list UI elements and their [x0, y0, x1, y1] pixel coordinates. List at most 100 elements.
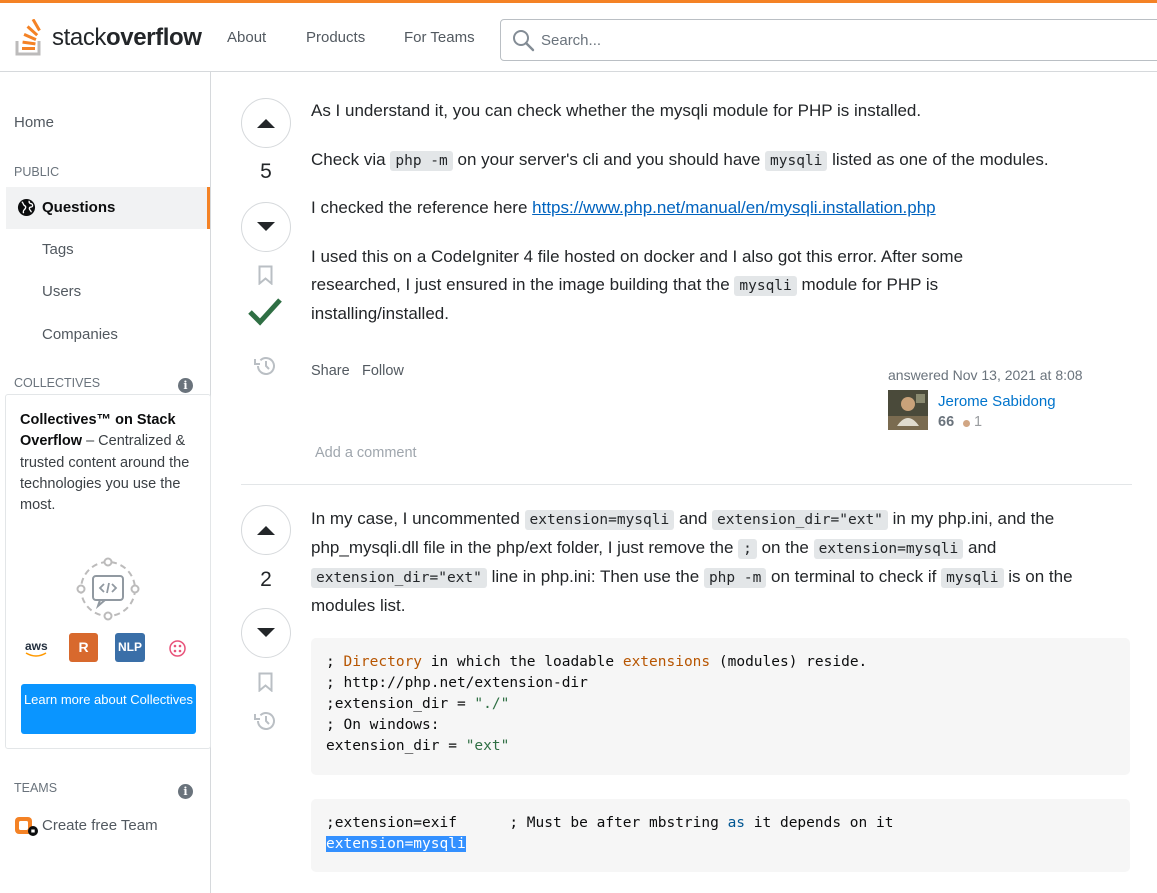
code-text: it depends on it: [745, 815, 894, 831]
bookmark-icon[interactable]: [258, 265, 273, 285]
sidebar-item-companies[interactable]: Companies: [42, 326, 118, 343]
vote-count: 5: [260, 160, 272, 183]
sidebar-heading-collectives: COLLECTIVES: [14, 376, 101, 390]
collectives-info-icon[interactable]: i: [178, 378, 193, 393]
downvote-button[interactable]: [241, 608, 291, 658]
globe-icon: [17, 198, 36, 217]
aws-collective-icon[interactable]: aws: [25, 639, 48, 653]
top-bar: stackoverflow About Products For Teams: [0, 0, 1157, 72]
vote-count: 2: [260, 568, 272, 591]
answer-paragraph: In my case, I uncommented extension=mysq…: [311, 505, 1131, 620]
aws-smile-icon: [25, 652, 47, 657]
inline-code: mysqli: [765, 151, 828, 171]
text: Check via: [311, 150, 391, 169]
create-team-icon: [15, 817, 38, 836]
inline-code: extension_dir="ext": [311, 568, 487, 588]
text: listed as one of the modules.: [827, 150, 1049, 169]
main-content: 5 As I understand it, you can check whet…: [211, 72, 1157, 893]
text: on terminal to check if: [766, 567, 942, 586]
text: and: [674, 509, 713, 528]
arrow-down-icon: [257, 222, 275, 231]
inline-code: php -m: [703, 568, 767, 588]
collectives-icon: [76, 557, 140, 621]
code-text: ;: [326, 654, 344, 670]
add-comment-link[interactable]: Add a comment: [315, 445, 417, 461]
arrow-down-icon: [257, 628, 275, 637]
upvote-button[interactable]: [241, 505, 291, 555]
text: on your server's cli and you should have: [452, 150, 766, 169]
answer-paragraph: I checked the reference here https://www…: [311, 194, 1131, 222]
code-text: ;extension=exif ; Must be after mbstring: [326, 815, 728, 831]
upvote-button[interactable]: [241, 98, 291, 148]
history-icon[interactable]: [253, 355, 277, 377]
share-link[interactable]: Share: [311, 363, 350, 379]
inline-code: mysqli: [734, 276, 797, 296]
text: and: [963, 538, 997, 557]
text: on the: [756, 538, 814, 557]
inline-code: extension=mysqli: [524, 510, 675, 530]
sidebar-heading-teams: TEAMS: [14, 781, 58, 795]
create-free-team-link[interactable]: Create free Team: [42, 817, 158, 834]
accepted-check-icon: [248, 298, 282, 326]
teams-info-icon[interactable]: i: [178, 784, 193, 799]
r-collective-icon[interactable]: R: [69, 633, 98, 662]
code-keyword: extensions: [622, 654, 711, 670]
answer-paragraph: As I understand it, you can check whethe…: [311, 101, 922, 120]
search-icon: [513, 30, 535, 52]
code-text: (modules) reside.: [710, 654, 868, 670]
stackoverflow-logo[interactable]: stackoverflow: [14, 17, 202, 59]
search-box[interactable]: [500, 19, 1157, 61]
bookmark-icon[interactable]: [258, 672, 273, 692]
user-name-link[interactable]: Jerome Sabidong: [938, 393, 1056, 410]
inline-code: php -m: [390, 151, 453, 171]
arrow-up-icon: [257, 119, 275, 128]
stackoverflow-logo-icon: [15, 19, 41, 56]
inline-code: mysqli: [941, 568, 1004, 588]
collectives-description: Collectives™ on Stack Overflow – Central…: [20, 410, 200, 516]
code-block: ;extension=exif ; Must be after mbstring…: [311, 799, 1130, 872]
answered-timestamp: answered Nov 13, 2021 at 8:08: [888, 367, 1083, 383]
inline-code: extension_dir="ext": [712, 510, 888, 530]
answer-paragraph: I used this on a CodeIgniter 4 file host…: [311, 243, 1051, 328]
answer-paragraph: Check via php -m on your server's cli an…: [311, 146, 1131, 175]
code-string: "./": [474, 696, 510, 712]
code-text: extension_dir =: [326, 738, 466, 754]
text: I checked the reference here: [311, 198, 533, 217]
nlp-collective-icon[interactable]: NLP: [115, 633, 145, 662]
nav-for-teams[interactable]: For Teams: [404, 29, 475, 46]
sidebar-item-questions[interactable]: Questions: [6, 187, 210, 229]
user-avatar[interactable]: [888, 390, 928, 430]
sidebar-item-tags[interactable]: Tags: [42, 241, 74, 258]
collectives-box: Collectives™ on Stack Overflow – Central…: [5, 394, 211, 749]
history-icon[interactable]: [253, 710, 277, 732]
inline-code: extension=mysqli: [813, 539, 964, 559]
code-text: in which the loadable: [422, 654, 623, 670]
nav-about[interactable]: About: [227, 29, 266, 46]
sidebar-item-home[interactable]: Home: [14, 114, 54, 131]
bronze-badge-icon: [963, 420, 970, 427]
selected-code-text[interactable]: extension=mysqli: [326, 836, 466, 852]
inline-code: ;: [738, 539, 757, 559]
downvote-button[interactable]: [241, 202, 291, 252]
code-text: ; http://php.net/extension-dir: [326, 675, 588, 691]
user-reputation: 66: [938, 414, 955, 430]
answer-divider: [241, 484, 1132, 485]
sidebar-item-questions-label: Questions: [42, 199, 116, 216]
text: In my case, I uncommented: [311, 509, 525, 528]
php-manual-link[interactable]: https://www.php.net/manual/en/mysqli.ins…: [532, 198, 936, 217]
search-input[interactable]: [541, 29, 1041, 51]
nav-products[interactable]: Products: [306, 29, 365, 46]
left-sidebar: Home PUBLIC Questions Tags Users Compani…: [0, 72, 211, 893]
learn-more-collectives-button[interactable]: Learn more about Collectives: [21, 684, 196, 734]
code-block: ; Directory in which the loadable extens…: [311, 638, 1130, 775]
code-text: ; On windows:: [326, 717, 440, 733]
follow-link[interactable]: Follow: [362, 363, 404, 379]
text: line in php.ini: Then use the: [486, 567, 704, 586]
logo-text: stackoverflow: [52, 24, 202, 51]
dots-collective-icon[interactable]: [169, 640, 186, 657]
arrow-up-icon: [257, 526, 275, 535]
sidebar-item-users[interactable]: Users: [42, 283, 81, 300]
code-string: "ext": [465, 738, 510, 754]
bronze-badge-count: 1: [974, 414, 983, 430]
code-text: ;extension_dir =: [326, 696, 475, 712]
